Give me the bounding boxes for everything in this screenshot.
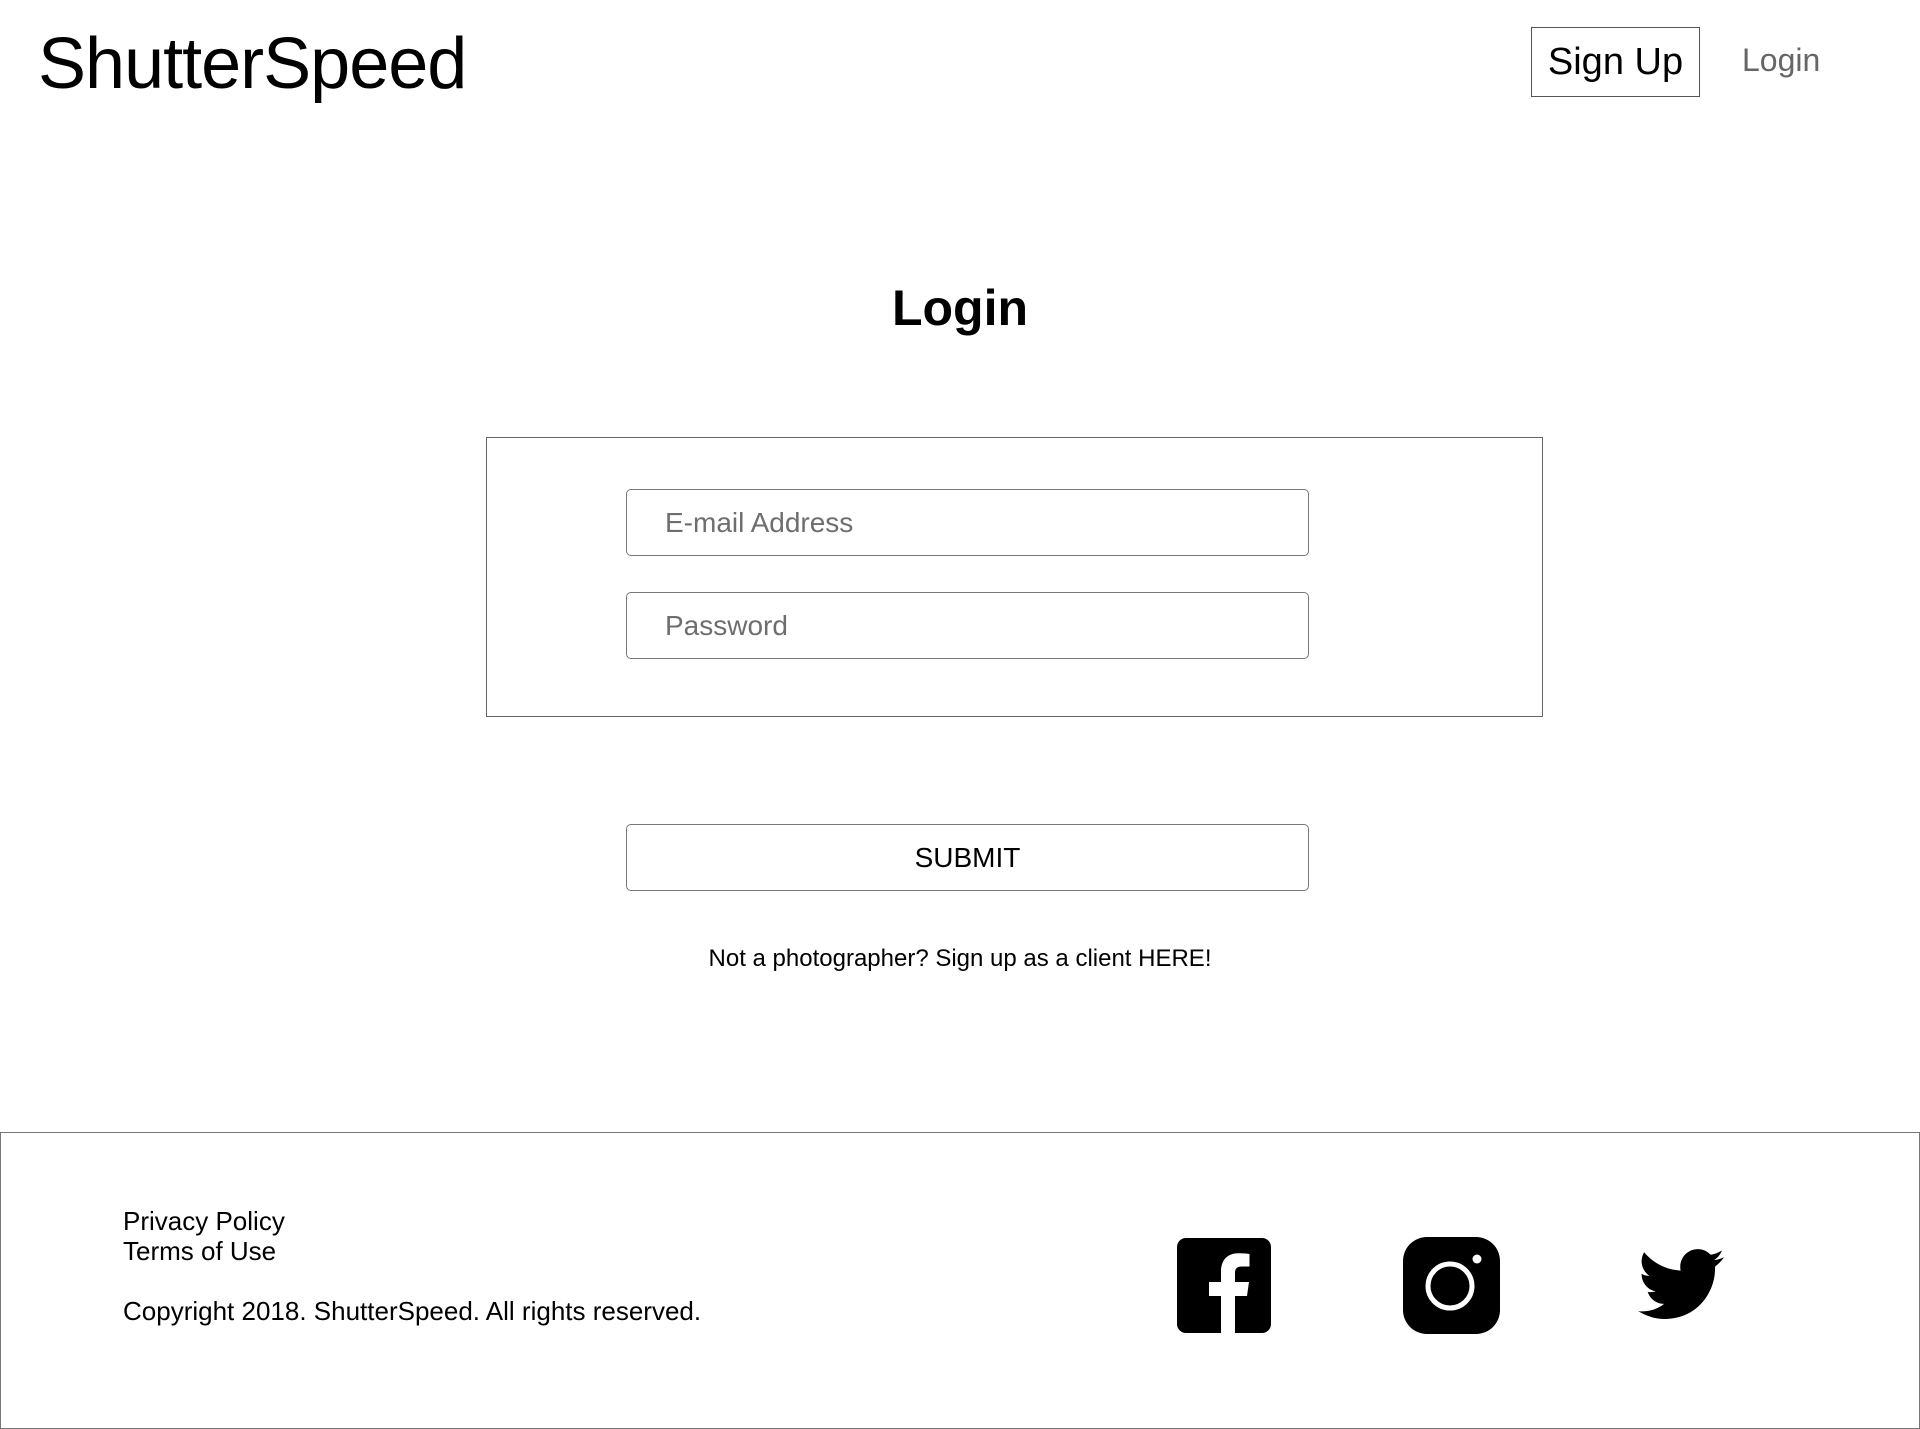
twitter-icon[interactable] [1638, 1249, 1724, 1319]
login-form-box [486, 437, 1543, 717]
page-title: Login [891, 280, 1029, 336]
submit-button[interactable]: SUBMIT [626, 824, 1309, 891]
login-link[interactable]: Login [1742, 38, 1820, 82]
terms-of-use-link[interactable]: Terms of Use [123, 1236, 276, 1266]
copyright-text: Copyright 2018. ShutterSpeed. All rights… [123, 1296, 702, 1326]
client-signup-link[interactable]: Not a photographer? Sign up as a client … [0, 944, 1920, 974]
password-field[interactable] [626, 592, 1309, 659]
signup-button[interactable]: Sign Up [1531, 27, 1700, 97]
facebook-icon[interactable] [1177, 1238, 1271, 1333]
page: ShutterSpeed Sign Up Login Login SUBMIT … [0, 0, 1920, 1429]
brand-logo[interactable]: ShutterSpeed [38, 24, 467, 104]
email-field[interactable] [626, 489, 1309, 556]
footer [0, 1132, 1920, 1429]
instagram-icon[interactable] [1403, 1237, 1500, 1334]
privacy-policy-link[interactable]: Privacy Policy [123, 1206, 285, 1236]
